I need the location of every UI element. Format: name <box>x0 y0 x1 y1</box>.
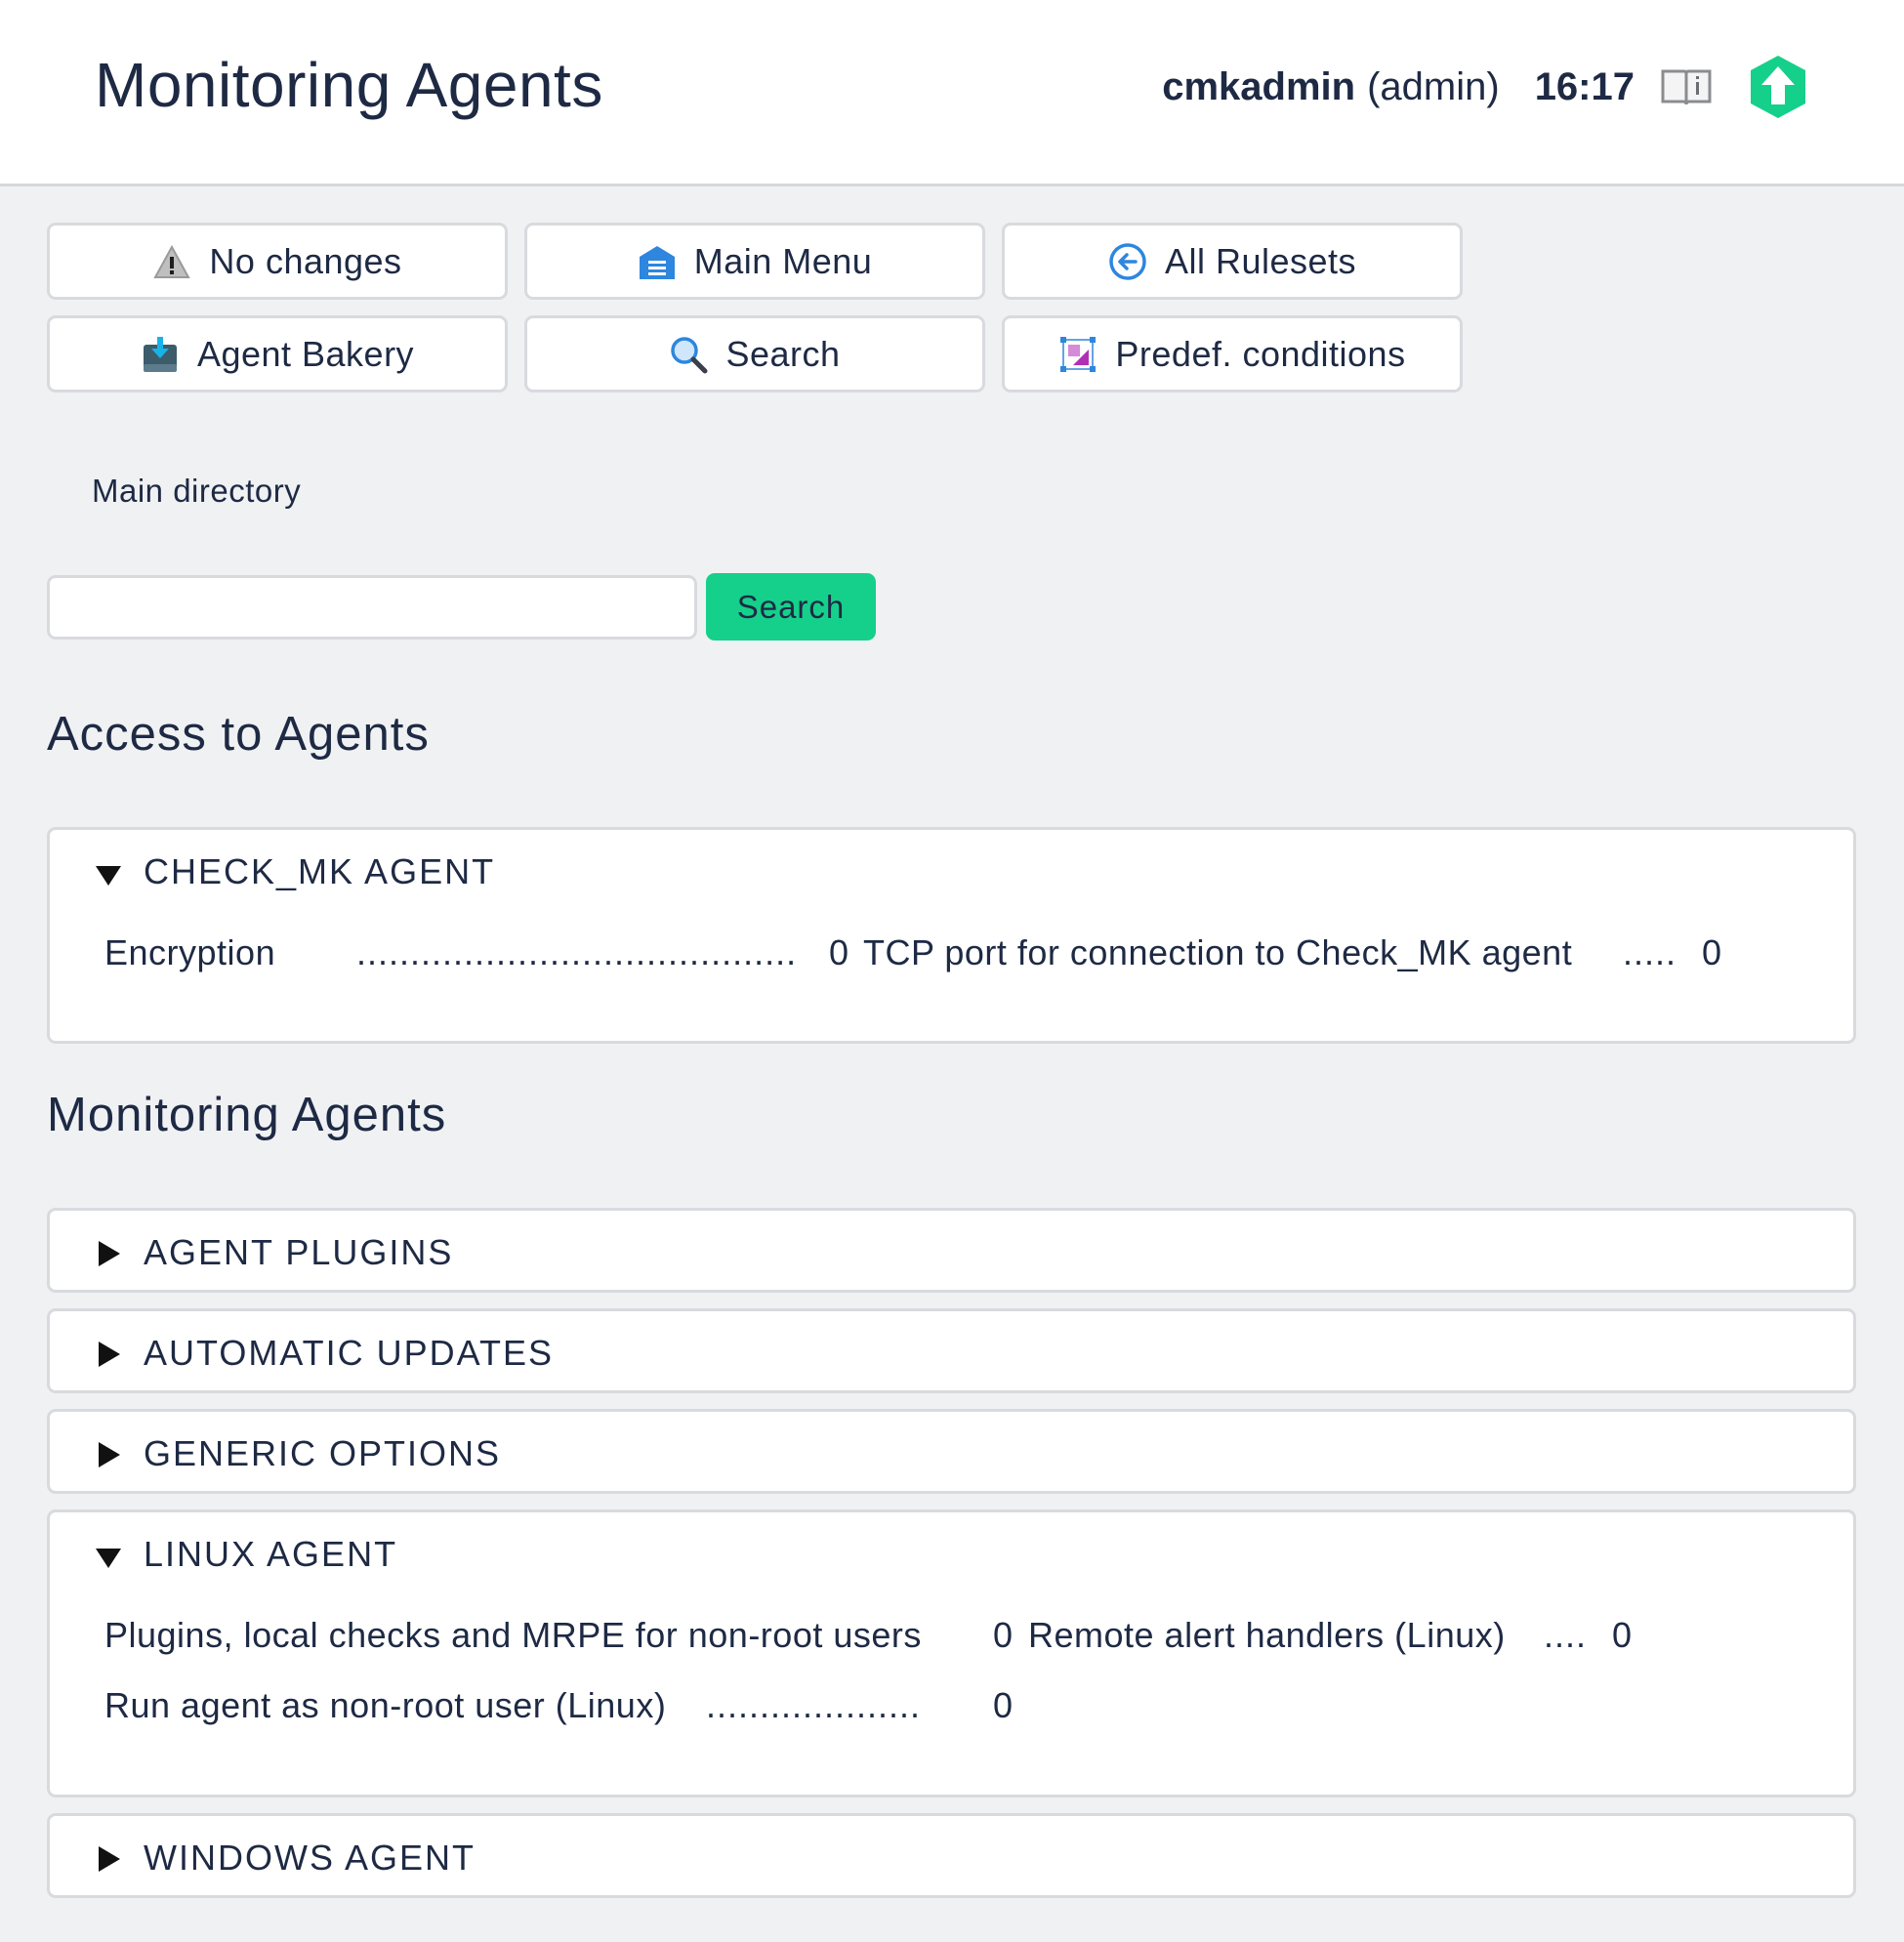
search-rulesets-label: Search <box>725 333 841 374</box>
rule-count: 0 <box>1702 932 1722 972</box>
dot-leader: ..... <box>1544 1615 1587 1655</box>
agent-bakery-icon <box>141 335 180 374</box>
agent-bakery-button[interactable]: Agent Bakery <box>47 315 508 393</box>
group-title: GENERIC OPTIONS <box>144 1433 502 1473</box>
breadcrumb[interactable]: Main directory <box>92 473 301 510</box>
predefined-conditions-label: Predef. conditions <box>1115 333 1406 374</box>
group-windows-agent: WINDOWS AGENT <box>47 1813 1856 1898</box>
dot-leader: ........................................… <box>356 932 798 972</box>
rule-row-run-agent-non-root: Run agent as non-root user (Linux) .....… <box>104 1685 1022 1730</box>
predefined-conditions-button[interactable]: Predef. conditions <box>1002 315 1463 393</box>
book-icon[interactable] <box>1660 65 1713 108</box>
group-header-generic-options[interactable]: GENERIC OPTIONS <box>93 1433 501 1474</box>
warning-icon <box>152 242 191 281</box>
agent-bakery-label: Agent Bakery <box>196 333 415 374</box>
group-header-agent-plugins[interactable]: AGENT PLUGINS <box>93 1232 453 1273</box>
username[interactable]: cmkadmin <box>1162 65 1355 109</box>
page-title: Monitoring Agents <box>95 50 603 120</box>
triangle-right-icon <box>93 1438 124 1469</box>
no-changes-button[interactable]: No changes <box>47 223 508 300</box>
rule-count: 0 <box>993 1685 1014 1725</box>
main-menu-label: Main Menu <box>693 240 873 281</box>
rule-row-tcp-port: TCP port for connection to Check_MK agen… <box>863 932 1801 977</box>
rule-row-encryption: Encryption .............................… <box>104 932 866 977</box>
no-changes-label: No changes <box>209 240 402 281</box>
group-title: LINUX AGENT <box>144 1534 398 1574</box>
search-rulesets-button[interactable]: Search <box>524 315 985 393</box>
rule-count: 0 <box>1612 1615 1633 1655</box>
group-header-linux-agent[interactable]: LINUX AGENT <box>93 1534 397 1575</box>
all-rulesets-label: All Rulesets <box>1164 240 1357 281</box>
main-menu-button[interactable]: Main Menu <box>524 223 985 300</box>
rule-row-plugins-non-root: Plugins, local checks and MRPE for non-r… <box>104 1615 1022 1660</box>
search-button[interactable]: Search <box>706 573 876 640</box>
group-title: AUTOMATIC UPDATES <box>144 1333 555 1373</box>
rule-link-run-agent-non-root[interactable]: Run agent as non-root user (Linux) <box>104 1685 690 1726</box>
page-header: Monitoring Agents cmkadmin (admin) 16:17 <box>0 0 1904 186</box>
group-title: WINDOWS AGENT <box>144 1838 476 1878</box>
group-header-automatic-updates[interactable]: AUTOMATIC UPDATES <box>93 1333 554 1374</box>
group-title: AGENT PLUGINS <box>144 1232 454 1272</box>
header-user-area: cmkadmin (admin) 16:17 <box>1162 54 1808 120</box>
back-arrow-icon <box>1108 242 1147 281</box>
triangle-down-icon <box>93 856 124 888</box>
rule-count: 0 <box>829 932 849 972</box>
toolbar: No changes Main Menu All Rulesets Agent … <box>47 223 1463 393</box>
triangle-right-icon <box>93 1338 124 1369</box>
triangle-right-icon <box>93 1237 124 1268</box>
group-check-mk-agent: CHECK_MK AGENT Encryption ..............… <box>47 827 1856 1044</box>
search-input[interactable] <box>47 575 697 640</box>
triangle-right-icon <box>93 1842 124 1874</box>
predefined-conditions-icon <box>1058 335 1097 374</box>
rule-link-encryption[interactable]: Encryption <box>104 932 310 973</box>
section-title-monitoring-agents: Monitoring Agents <box>47 1089 447 1141</box>
group-title: CHECK_MK AGENT <box>144 851 496 891</box>
all-rulesets-button[interactable]: All Rulesets <box>1002 223 1463 300</box>
rule-row-remote-alert-handlers: Remote alert handlers (Linux) ..... 0 <box>1028 1615 1653 1660</box>
triangle-down-icon <box>93 1539 124 1570</box>
group-generic-options: GENERIC OPTIONS <box>47 1409 1856 1494</box>
group-automatic-updates: AUTOMATIC UPDATES <box>47 1308 1856 1393</box>
home-icon <box>638 242 677 281</box>
dot-leader: ..... <box>1623 932 1674 972</box>
rule-count: 0 <box>993 1615 1014 1655</box>
user-role: (admin) <box>1367 64 1500 108</box>
dot-leader: .................... <box>706 1685 922 1725</box>
checkmk-logo-icon[interactable] <box>1748 54 1808 120</box>
group-header-check-mk-agent[interactable]: CHECK_MK AGENT <box>93 851 495 892</box>
clock: 16:17 <box>1534 64 1635 108</box>
group-linux-agent: LINUX AGENT Plugins, local checks and MR… <box>47 1509 1856 1797</box>
rule-link-plugins-non-root[interactable]: Plugins, local checks and MRPE for non-r… <box>104 1615 925 1656</box>
group-agent-plugins: AGENT PLUGINS <box>47 1208 1856 1293</box>
section-title-access-to-agents: Access to Agents <box>47 708 430 761</box>
rule-link-tcp-port[interactable]: TCP port for connection to Check_MK agen… <box>863 932 1615 973</box>
group-header-windows-agent[interactable]: WINDOWS AGENT <box>93 1838 476 1879</box>
rule-link-remote-alert-handlers[interactable]: Remote alert handlers (Linux) <box>1028 1615 1528 1656</box>
search-icon <box>669 335 708 374</box>
